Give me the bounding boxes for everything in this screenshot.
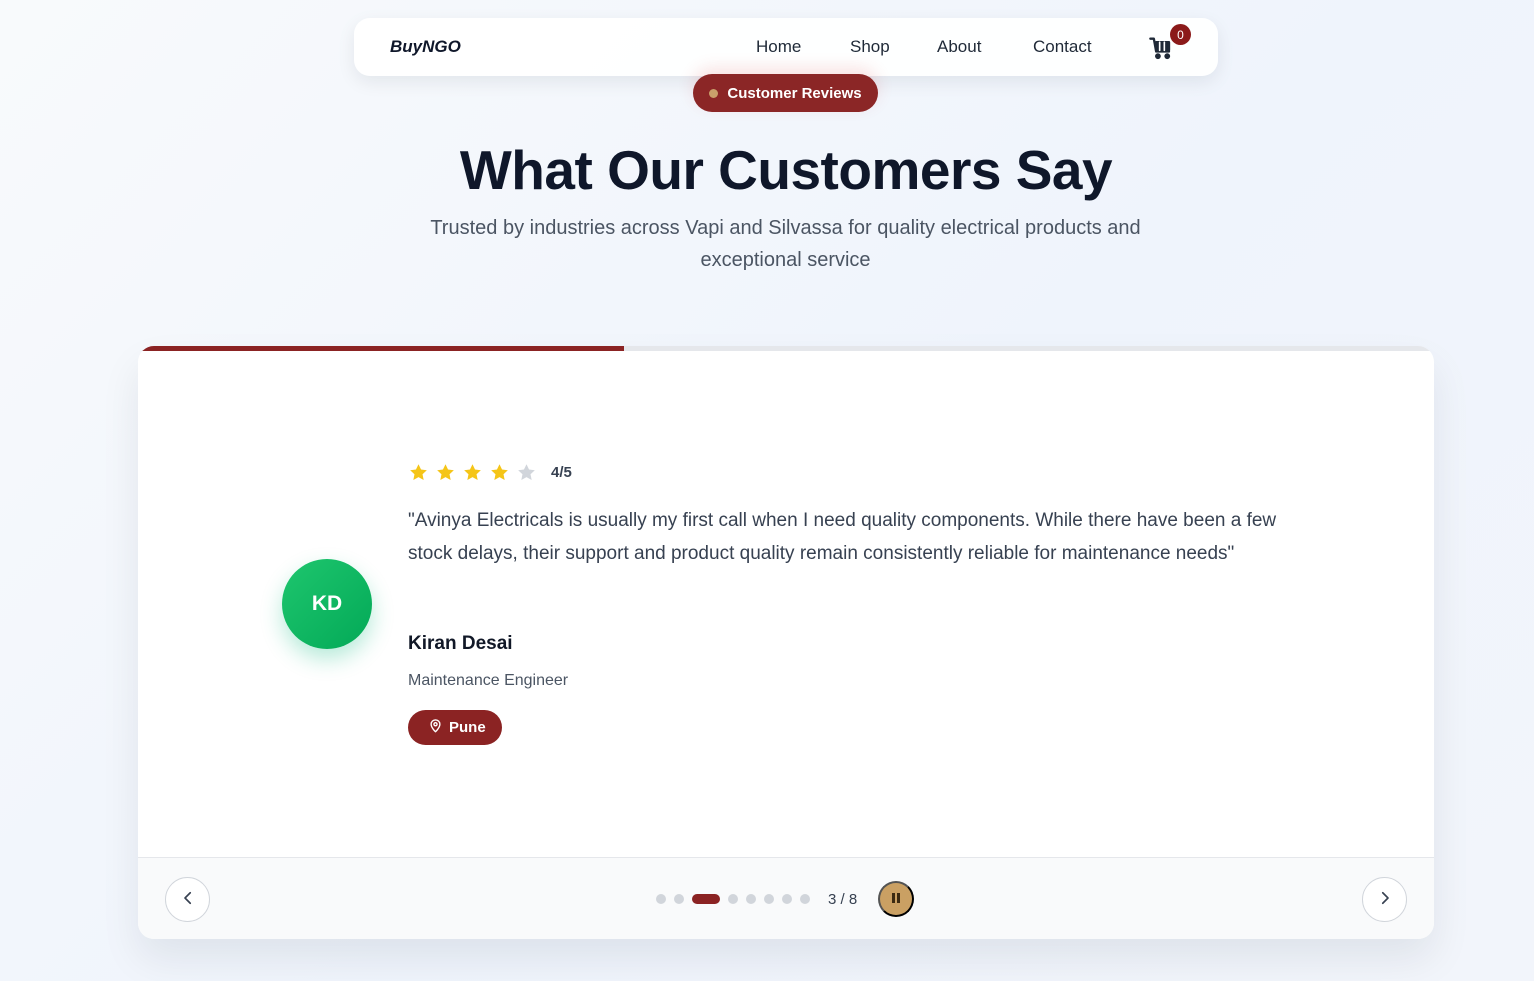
section-pill: Customer Reviews	[693, 74, 878, 112]
carousel-dot[interactable]	[746, 894, 756, 904]
next-button[interactable]	[1362, 877, 1407, 922]
nav-link-about[interactable]: About	[937, 37, 981, 57]
location-pin-icon	[428, 718, 443, 737]
carousel-controls: 3 / 8	[138, 857, 1434, 939]
navbar: BuyNGO Home Shop About Contact 0	[354, 18, 1218, 76]
star-filled-icon	[462, 462, 483, 483]
carousel-dots	[656, 894, 810, 904]
nav-link-contact[interactable]: Contact	[1033, 37, 1092, 57]
chevron-right-icon	[1376, 889, 1394, 910]
page-title: What Our Customers Say	[459, 139, 1113, 201]
slide-counter: 3 / 8	[828, 891, 858, 908]
pill-label: Customer Reviews	[727, 84, 862, 102]
location-badge: Pune	[408, 710, 502, 745]
carousel-dot[interactable]	[764, 894, 774, 904]
star-filled-icon	[408, 462, 429, 483]
prev-button[interactable]	[165, 877, 210, 922]
brand-logo[interactable]: BuyNGO	[390, 37, 461, 57]
nav-link-home[interactable]: Home	[756, 37, 801, 57]
pill-dot	[709, 88, 719, 98]
star-rating: 4/5	[408, 462, 572, 483]
star-empty-icon	[516, 462, 537, 483]
page-subtitle: Trusted by industries across Vapi and Si…	[430, 217, 1141, 271]
testimonial-quote: "Avinya Electricals is usually my first …	[408, 510, 1277, 564]
reviewer-name: Kiran Desai	[408, 633, 513, 654]
chevron-left-icon	[179, 889, 197, 910]
carousel-dot[interactable]	[728, 894, 738, 904]
carousel-dot[interactable]	[782, 894, 792, 904]
star-filled-icon	[489, 462, 510, 483]
pause-icon	[890, 892, 902, 907]
carousel-dot[interactable]	[674, 894, 684, 904]
star-filled-icon	[435, 462, 456, 483]
pause-button[interactable]	[878, 881, 914, 917]
rating-text: 4/5	[551, 464, 572, 481]
location-label: Pune	[449, 719, 486, 736]
carousel-dot[interactable]	[800, 894, 810, 904]
reviewer-role: Maintenance Engineer	[408, 672, 569, 689]
nav-link-shop[interactable]: Shop	[850, 37, 890, 57]
carousel-dot[interactable]	[692, 894, 720, 904]
avatar: KD	[282, 559, 372, 649]
autoplay-progress-fill	[138, 346, 624, 351]
carousel-dot[interactable]	[656, 894, 666, 904]
autoplay-progress-track	[138, 346, 1434, 351]
testimonial-card: KD 4/5 "Avinya Electricals is usually my…	[138, 346, 1434, 939]
cart-count-badge: 0	[1170, 24, 1191, 45]
